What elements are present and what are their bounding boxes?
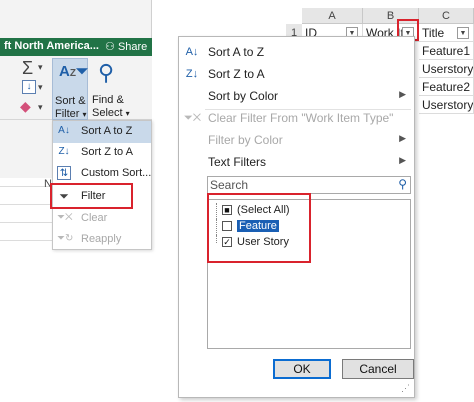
table-cell[interactable]: Userstory [419, 60, 474, 78]
menu-item-label: Sort Z to A [208, 67, 265, 81]
menu-item-label: Sort A to Z [208, 45, 265, 59]
row-line [0, 222, 52, 223]
menu-item-custom-sort[interactable]: ⇅ Custom Sort... [53, 163, 151, 185]
title-bar: ft North America... ⚇ Share [0, 38, 152, 56]
menu-item-sort-a-to-z[interactable]: A↓ Sort A to Z [179, 41, 414, 63]
row-line [0, 204, 52, 205]
sort-filter-label-2: Filter [55, 108, 80, 120]
menu-item-sort-z-to-a[interactable]: Z↓ Sort Z to A [53, 142, 151, 164]
menu-item-label: Clear Filter From "Work Item Type" [208, 111, 394, 125]
menu-item-label: Clear [81, 212, 108, 224]
menu-item-label: Sort A to Z [81, 125, 133, 137]
sort-az-icon: A↓ [58, 125, 70, 136]
column-header-c[interactable]: C [419, 8, 474, 24]
sort-za-icon: Z↓ [58, 146, 70, 157]
table-cell[interactable]: Feature1 [419, 42, 474, 60]
filter-highlight-box [50, 183, 133, 209]
search-icon: ⚲ [398, 177, 407, 191]
chevron-right-icon: ▶ [399, 155, 406, 165]
table-cell[interactable]: Feature2 [419, 78, 474, 96]
fill-icon[interactable]: ↓ [22, 80, 36, 94]
table-cell[interactable]: Userstory [419, 96, 474, 114]
share-label: Share [117, 41, 148, 53]
search-input[interactable]: Search ⚲ [207, 176, 411, 194]
chevron-down-icon[interactable]: ▾ [38, 102, 43, 113]
chevron-down-icon: ▾ [82, 110, 87, 119]
ok-button[interactable]: OK [273, 359, 331, 379]
chevron-down-icon[interactable]: ▾ [38, 62, 43, 73]
chevron-right-icon: ▶ [399, 133, 406, 143]
menu-item-reapply: ⏷↻ Reapply [53, 229, 151, 251]
filter-options-highlight-box [207, 193, 311, 263]
menu-item-label: Sort by Color [208, 89, 279, 103]
custom-sort-icon: ⇅ [57, 166, 71, 180]
chevron-right-icon: ▶ [399, 89, 406, 99]
find-select-label-2: Select [92, 107, 123, 119]
filter-dropdown-button[interactable]: ▼ [457, 27, 469, 39]
share-icon: ⚇ [105, 41, 115, 53]
menu-item-text-filters[interactable]: Text Filters ▶ [179, 151, 414, 173]
chevron-down-icon: ▾ [125, 109, 130, 118]
menu-item-clear-filter: ⏷✕ Clear Filter From "Work Item Type" [179, 107, 414, 129]
magnifier-icon: ⚲ [98, 60, 115, 85]
account-name: ft North America... [4, 40, 99, 52]
find-select-label: Find & [92, 94, 124, 106]
cancel-button[interactable]: Cancel [342, 359, 414, 379]
row-line [0, 240, 52, 241]
column-header-a[interactable]: A [302, 8, 363, 24]
find-select-button[interactable]: ⚲ Find & Select ▾ [90, 58, 130, 120]
menu-item-sort-z-to-a[interactable]: Z↓ Sort Z to A [179, 63, 414, 85]
chevron-down-icon[interactable]: ▾ [38, 82, 43, 93]
clear-filter-icon: ⏷✕ [57, 212, 73, 223]
eraser-icon[interactable]: ◆ [20, 98, 31, 115]
sort-filter-button[interactable]: AZ⏷ Sort & Filter ▾ [52, 58, 88, 120]
sort-za-icon: Z↓ [185, 68, 199, 80]
menu-item-label: Custom Sort... [81, 167, 152, 179]
reapply-icon: ⏷↻ [57, 233, 74, 244]
menu-item-label: Text Filters [208, 155, 267, 169]
header-cell-label: Title [422, 26, 445, 40]
menu-item-filter-by-color: Filter by Color ▶ [179, 129, 414, 151]
sort-filter-label: Sort & [55, 95, 86, 107]
search-placeholder: Search [210, 178, 249, 192]
resize-grip-icon[interactable]: ⋰ [401, 383, 410, 394]
menu-item-sort-a-to-z[interactable]: A↓ Sort A to Z [53, 121, 151, 143]
autosum-icon[interactable]: Σ [22, 58, 33, 79]
sort-az-icon: A↓ [185, 46, 199, 58]
menu-item-clear: ⏷✕ Clear [53, 208, 151, 230]
menu-item-label: Reapply [81, 233, 122, 245]
header-cell-title[interactable]: Title ▼ [419, 24, 474, 42]
sort-filter-icon: AZ⏷ [59, 63, 88, 80]
clear-filter-icon: ⏷✕ [184, 112, 202, 124]
menu-item-label: Sort Z to A [81, 146, 133, 158]
menu-item-sort-by-color[interactable]: Sort by Color ▶ [179, 85, 414, 107]
menu-item-label: Filter by Color [208, 133, 283, 147]
excel-ribbon-panel: ft North America... ⚇ Share Σ ▾ ↓ ▾ ◆ ▾ … [0, 0, 152, 250]
share-button[interactable]: ⚇ Share [105, 40, 147, 53]
